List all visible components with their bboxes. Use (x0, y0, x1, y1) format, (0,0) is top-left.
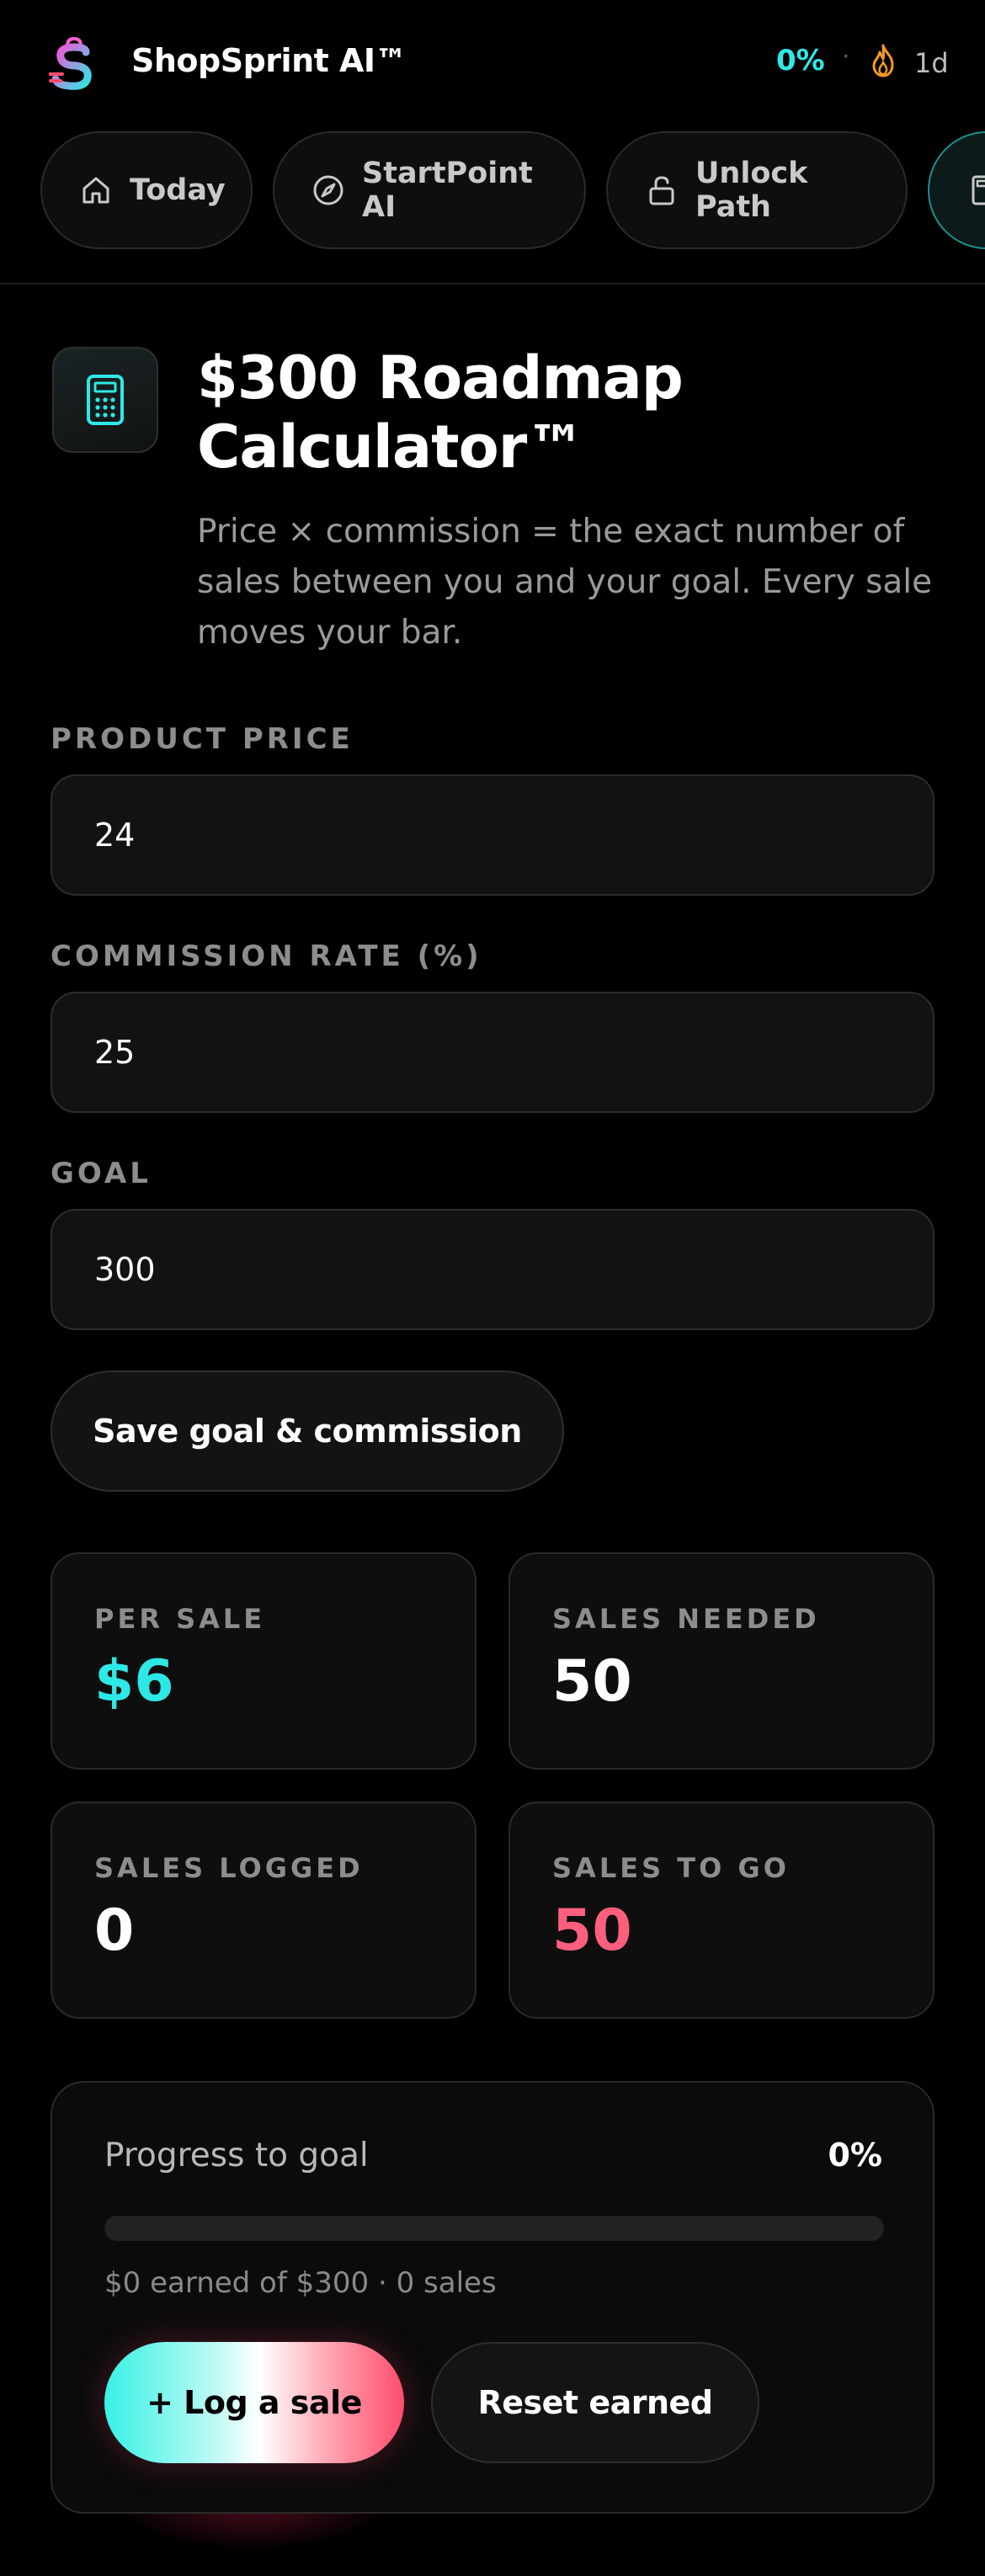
flame-icon (872, 44, 894, 77)
brand-name: ShopSprint AI™ (131, 42, 407, 79)
progress-summary: $0 earned of $300 · 0 sales (104, 2266, 497, 2300)
home-icon (83, 177, 109, 204)
nav-tabs: Today StartPoint AI Unlock Path (0, 131, 985, 253)
sales-to-go-label: SALES TO GO (552, 1852, 790, 1884)
tab-label: Unlock Path (695, 157, 808, 224)
per-sale-label: PER SALE (94, 1603, 266, 1635)
lock-open-icon (649, 176, 674, 205)
sales-needed-card: SALES NEEDED 50 (508, 1552, 934, 1770)
progress-panel: Progress to goal 0% $0 earned of $300 · … (51, 2081, 934, 2514)
save-goal-button[interactable]: Save goal & commission (51, 1370, 564, 1492)
per-sale-value: $6 (94, 1648, 174, 1715)
progress-percent: 0% (828, 2137, 882, 2174)
sales-needed-label: SALES NEEDED (552, 1603, 820, 1635)
tab-label: Today (130, 173, 226, 207)
tab-calculator[interactable] (928, 131, 985, 249)
goal-label: GOAL (51, 1157, 152, 1190)
tab-today[interactable]: Today (40, 131, 253, 249)
tab-startpoint-ai[interactable]: StartPoint AI (273, 131, 586, 249)
sales-needed-value: 50 (552, 1648, 632, 1715)
sales-logged-card: SALES LOGGED 0 (51, 1802, 477, 2019)
tab-label: StartPoint AI (362, 157, 533, 224)
sales-to-go-value: 50 (552, 1897, 632, 1964)
shopsprint-logo-icon (49, 37, 92, 90)
sales-logged-value: 0 (94, 1897, 135, 1964)
progress-bar (104, 2216, 884, 2241)
page-subtitle: Price × commission = the exact number of… (197, 513, 933, 652)
commission-input[interactable] (51, 992, 934, 1113)
sales-to-go-card: SALES TO GO 50 (508, 1802, 934, 2019)
log-sale-button[interactable]: + Log a sale (104, 2342, 404, 2463)
header-progress-percent: 0% (776, 44, 825, 77)
per-sale-card: PER SALE $6 (51, 1552, 477, 1770)
progress-label: Progress to goal (104, 2137, 369, 2174)
calculator-badge (52, 347, 158, 453)
top-bar: ShopSprint AI™ 0% · 1d (0, 0, 985, 131)
calculator-icon (972, 175, 985, 205)
header-separator: · (842, 42, 850, 72)
price-label: PRODUCT PRICE (51, 722, 354, 756)
reset-earned-button[interactable]: Reset earned (431, 2342, 759, 2463)
commission-label: COMMISSION RATE (%) (51, 939, 482, 973)
tab-unlock-path[interactable]: Unlock Path (606, 131, 908, 249)
compass-icon (313, 175, 343, 205)
sales-logged-label: SALES LOGGED (94, 1852, 364, 1884)
page-title: $300 Roadmap Calculator™ (197, 343, 684, 482)
streak-count: 1d (914, 47, 949, 79)
header-divider (0, 283, 985, 285)
calculator-icon (87, 375, 124, 425)
price-input[interactable] (51, 774, 934, 896)
goal-input[interactable] (51, 1209, 934, 1330)
